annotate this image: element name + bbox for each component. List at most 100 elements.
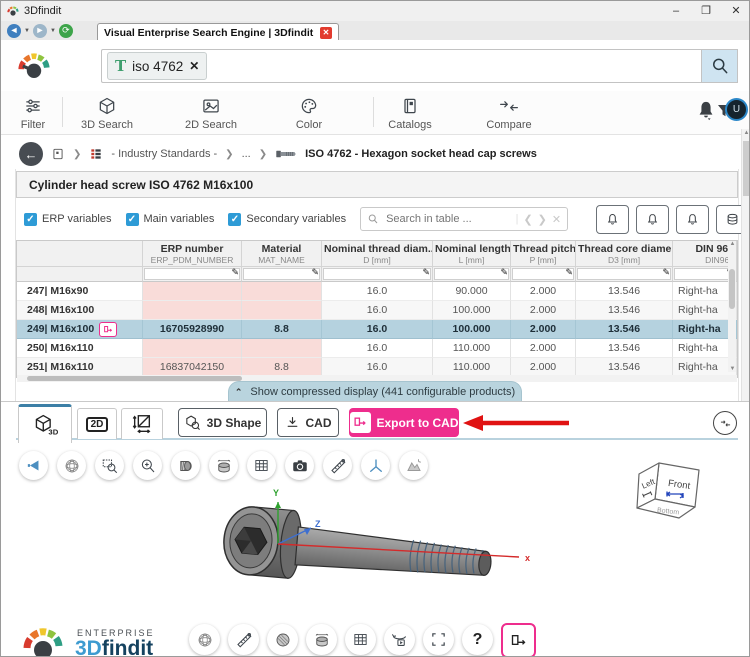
cell-material[interactable] xyxy=(242,301,322,320)
filter-cell[interactable]: ✎ xyxy=(143,267,242,282)
tab-2d[interactable]: 2D xyxy=(77,408,117,439)
cell-p[interactable]: 2.000 xyxy=(511,339,576,358)
table-view-button[interactable] xyxy=(345,624,376,655)
checkbox-erp-variables[interactable]: ✓ ERP variables xyxy=(24,212,112,226)
table-search-box[interactable]: | ❮ ❯ ✕ xyxy=(360,207,569,231)
filter-cell[interactable]: ✎ xyxy=(322,267,433,282)
cell-material[interactable] xyxy=(242,282,322,301)
column-header[interactable]: Thread core diame... D3 [mm] xyxy=(576,241,673,267)
scroll-up-icon[interactable]: ▲ xyxy=(728,241,737,247)
next-match-icon[interactable]: ❯ xyxy=(538,213,547,226)
terrain-view-button[interactable] xyxy=(399,451,428,480)
search-input[interactable]: T iso 4762 ✕ xyxy=(101,49,701,83)
column-header[interactable]: Material MAT_NAME xyxy=(242,241,322,267)
cell-l[interactable]: 100.000 xyxy=(433,301,511,320)
cell-d3[interactable]: 13.546 xyxy=(576,282,673,301)
table-row-selected[interactable]: 249| M16x100 16705928990 8.8 16.0 100.00… xyxy=(17,320,737,339)
filter-cell[interactable]: ✎ xyxy=(511,267,576,282)
cell-material[interactable] xyxy=(242,339,322,358)
export-model-button[interactable] xyxy=(501,623,536,656)
turntable-animation-button[interactable] xyxy=(384,624,415,655)
close-button[interactable]: ✕ xyxy=(721,2,749,20)
column-header[interactable]: Nominal length L [mm] xyxy=(433,241,511,267)
cell-d[interactable]: 16.0 xyxy=(322,301,433,320)
viewer-back-button[interactable] xyxy=(19,451,48,480)
filter-cell[interactable]: ✎ xyxy=(242,267,322,282)
search-term-tag[interactable]: T iso 4762 ✕ xyxy=(107,52,208,80)
cell-p[interactable]: 2.000 xyxy=(511,301,576,320)
measure-tool-button[interactable] xyxy=(228,624,259,655)
cell-erp[interactable] xyxy=(143,301,242,320)
cell-p[interactable]: 2.000 xyxy=(511,282,576,301)
help-button[interactable]: ? xyxy=(462,624,493,655)
toolbar-item-color[interactable]: Color xyxy=(267,96,351,131)
alert-bell-button-3[interactable] xyxy=(676,204,710,234)
prev-match-icon[interactable]: ❮ xyxy=(523,213,532,226)
user-avatar[interactable]: U xyxy=(725,98,748,121)
table-row[interactable]: 247| M16x90 16.0 90.000 2.000 13.546 Rig… xyxy=(17,282,737,301)
show-compressed-button[interactable]: ⌃ Show compressed display (441 configura… xyxy=(228,381,522,402)
3d-shape-button[interactable]: 3D Shape xyxy=(178,408,267,437)
toolbar-item-filter[interactable]: Filter xyxy=(1,96,75,131)
browser-forward-button[interactable]: ► xyxy=(32,23,47,38)
cell-d[interactable]: 16.0 xyxy=(322,282,433,301)
cell-erp[interactable]: 16705928990 xyxy=(143,320,242,339)
scroll-down-icon[interactable]: ▼ xyxy=(728,366,737,372)
toolbar-item-catalogs[interactable]: Catalogs xyxy=(368,96,452,131)
table-row[interactable]: 248| M16x100 16.0 100.000 2.000 13.546 R… xyxy=(17,301,737,320)
measure-tool-button[interactable] xyxy=(323,451,352,480)
cell-erp[interactable] xyxy=(143,339,242,358)
checkbox-main-variables[interactable]: ✓ Main variables xyxy=(125,212,214,226)
page-icon[interactable] xyxy=(51,147,65,161)
table-row[interactable]: 250| M16x110 16.0 110.000 2.000 13.546 R… xyxy=(17,339,737,358)
toolbar-item-3d-search[interactable]: 3D Search xyxy=(65,96,149,131)
cell-erp[interactable] xyxy=(143,282,242,301)
column-header[interactable]: Nominal thread diam... D [mm] xyxy=(322,241,433,267)
zoom-in-button[interactable] xyxy=(133,451,162,480)
forward-dropdown-icon[interactable]: ▼ xyxy=(50,28,56,34)
cell-l[interactable]: 100.000 xyxy=(433,320,511,339)
measure-diameter-button[interactable] xyxy=(209,451,238,480)
remove-term-icon[interactable]: ✕ xyxy=(189,59,199,73)
cell-material[interactable]: 8.8 xyxy=(242,320,322,339)
fullscreen-button[interactable] xyxy=(423,624,454,655)
breadcrumb-industry-standards[interactable]: - Industry Standards - xyxy=(111,148,217,160)
cell-p[interactable]: 2.000 xyxy=(511,320,576,339)
filter-cell[interactable]: ✎ xyxy=(433,267,511,282)
cell-l[interactable]: 90.000 xyxy=(433,282,511,301)
alert-bell-button-1[interactable] xyxy=(596,204,630,234)
measure-diameter-button[interactable] xyxy=(306,624,337,655)
scroll-up-icon[interactable]: ▲ xyxy=(742,130,749,136)
cell-d[interactable]: 16.0 xyxy=(322,339,433,358)
cell-d[interactable]: 16.0 xyxy=(322,320,433,339)
maximize-button[interactable]: ❐ xyxy=(691,2,721,20)
breadcrumb-back-button[interactable]: ← xyxy=(19,142,43,166)
cad-download-button[interactable]: CAD xyxy=(277,408,339,437)
wireframe-view-button[interactable] xyxy=(57,451,86,480)
export-to-cad-button[interactable]: Export to CAD xyxy=(349,408,459,437)
back-dropdown-icon[interactable]: ▼ xyxy=(24,28,30,34)
notifications-bell-icon[interactable] xyxy=(695,99,717,123)
checkbox-secondary-variables[interactable]: ✓ Secondary variables xyxy=(228,212,346,226)
screenshot-button[interactable] xyxy=(285,451,314,480)
browser-tab[interactable]: Visual Enterprise Search Engine | 3Dfind… xyxy=(97,23,339,41)
toolbar-item-2d-search[interactable]: 2D Search xyxy=(169,96,253,131)
3d-model-screw[interactable]: Y Z x xyxy=(181,480,541,625)
shaded-view-button[interactable] xyxy=(267,624,298,655)
column-header[interactable]: Thread pitch P [mm] xyxy=(511,241,576,267)
cell-l[interactable]: 110.000 xyxy=(433,339,511,358)
tab-close-icon[interactable]: ✕ xyxy=(320,26,332,39)
clear-search-icon[interactable]: ✕ xyxy=(552,213,561,226)
toolbar-item-compare[interactable]: Compare xyxy=(467,96,551,131)
browser-back-button[interactable]: ◄ xyxy=(7,23,21,38)
breadcrumb-ellipsis[interactable]: ... xyxy=(242,148,251,160)
viewer-compare-button[interactable] xyxy=(713,411,737,435)
minimize-button[interactable]: – xyxy=(661,2,691,20)
tab-dimensions[interactable] xyxy=(121,408,163,439)
filter-cell[interactable]: ✎ xyxy=(576,267,673,282)
table-view-button[interactable] xyxy=(247,451,276,480)
zoom-window-button[interactable] xyxy=(95,451,124,480)
view-cube[interactable]: Front Left Bottom xyxy=(631,447,711,522)
axes-button[interactable] xyxy=(361,451,390,480)
cell-d3[interactable]: 13.546 xyxy=(576,339,673,358)
